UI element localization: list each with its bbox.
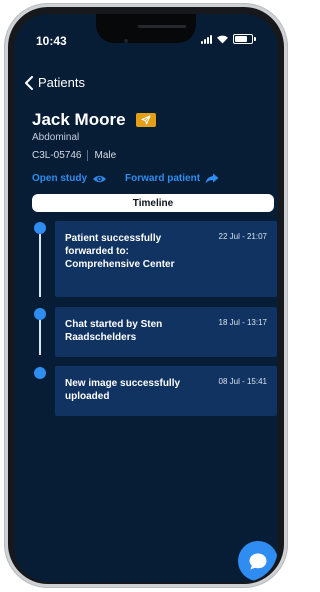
timeline-event-text: New image successfully uploaded bbox=[65, 378, 181, 402]
forward-patient-button[interactable]: Forward patient bbox=[125, 173, 219, 184]
timeline-card[interactable]: Chat started by Sten Raadschelders 18 Ju… bbox=[55, 307, 277, 357]
timeline-event-time: 22 Jul - 21:07 bbox=[218, 232, 267, 241]
timeline-event-text: Chat started by Sten Raadschelders bbox=[65, 319, 163, 343]
patient-id: C3L-05746 bbox=[32, 150, 82, 161]
timeline-line bbox=[39, 234, 41, 297]
timeline-line bbox=[39, 320, 41, 355]
patient-header: Jack Moore bbox=[32, 110, 156, 130]
divider bbox=[87, 150, 89, 161]
eye-icon bbox=[93, 175, 107, 182]
patient-meta: C3L-05746 Male bbox=[32, 150, 116, 161]
chat-bubble-icon bbox=[249, 553, 267, 569]
wifi-icon bbox=[217, 35, 228, 44]
timeline-event-time: 08 Jul - 15:41 bbox=[218, 377, 267, 386]
forward-patient-label: Forward patient bbox=[125, 173, 201, 184]
speaker-grill bbox=[138, 25, 186, 28]
tab-timeline[interactable]: Timeline bbox=[32, 194, 274, 212]
back-label: Patients bbox=[38, 75, 85, 90]
timeline-event-text: Patient successfully forwarded to: Compr… bbox=[65, 233, 175, 270]
timeline-dot bbox=[34, 367, 46, 379]
timeline-card[interactable]: New image successfully uploaded 08 Jul -… bbox=[55, 366, 277, 416]
battery-icon bbox=[233, 34, 253, 44]
status-time: 10:43 bbox=[36, 34, 67, 48]
share-arrow-icon bbox=[205, 173, 219, 184]
timeline-dot bbox=[34, 308, 46, 320]
timeline-dot bbox=[34, 222, 46, 234]
patient-actions: Open study Forward patient bbox=[32, 173, 219, 184]
chat-button[interactable] bbox=[238, 541, 278, 581]
patient-sex: Male bbox=[94, 150, 117, 161]
chevron-left-icon bbox=[25, 75, 33, 90]
status-icons bbox=[201, 34, 256, 44]
patient-name: Jack Moore bbox=[32, 110, 126, 129]
patient-body-part: Abdominal bbox=[32, 132, 80, 143]
signal-icon bbox=[201, 34, 212, 44]
timeline-card[interactable]: Patient successfully forwarded to: Compr… bbox=[55, 221, 277, 297]
notch bbox=[96, 14, 196, 43]
open-study-label: Open study bbox=[32, 173, 88, 184]
send-icon[interactable] bbox=[135, 113, 156, 127]
app-screen: 10:43 Patients Jack Moore Abdominal C3L-… bbox=[14, 14, 278, 582]
timeline-event-time: 18 Jul - 13:17 bbox=[218, 318, 267, 327]
battery-cap bbox=[254, 37, 256, 41]
camera-dot bbox=[124, 39, 128, 43]
back-nav[interactable]: Patients bbox=[24, 75, 85, 90]
open-study-button[interactable]: Open study bbox=[32, 173, 107, 184]
